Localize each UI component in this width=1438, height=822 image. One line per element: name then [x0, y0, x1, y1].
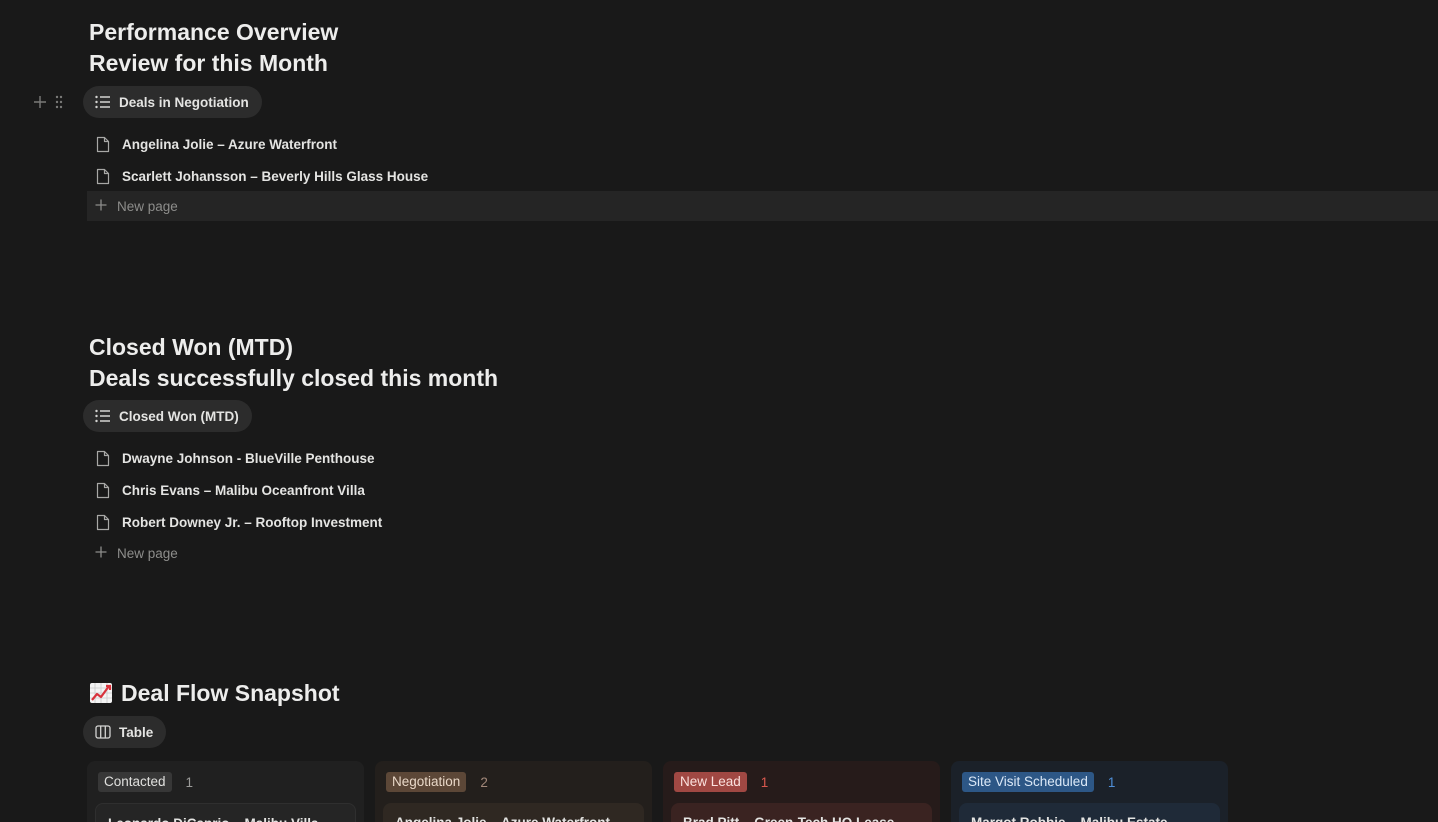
board-card[interactable]: Leonardo DiCaprio – Malibu Villa: [95, 803, 356, 822]
section-title: Closed Won (MTD): [89, 334, 293, 360]
board-column-site-visit-scheduled[interactable]: Site Visit Scheduled 1 Margot Robbie – Mal…: [951, 761, 1228, 822]
section-performance-heading: Performance Overview Review for this Mon…: [89, 17, 338, 79]
list-item-label: Robert Downey Jr. – Rooftop Investment: [122, 514, 383, 530]
list-item-label: Dwayne Johnson - BlueVille Penthouse: [122, 450, 375, 466]
section-title: Deal Flow Snapshot: [121, 680, 340, 706]
list-item-label: Angelina Jolie – Azure Waterfront: [122, 136, 338, 152]
view-tab-label: Table: [119, 724, 154, 740]
view-tab-label: Closed Won (MTD): [119, 408, 239, 424]
column-count: 1: [185, 774, 194, 790]
board-card[interactable]: Margot Robbie – Malibu Estate: [959, 803, 1220, 822]
list-item[interactable]: Angelina Jolie – Azure Waterfront: [89, 129, 337, 159]
list-view-icon: [95, 409, 111, 423]
chart-increasing-icon: [89, 681, 115, 705]
column-count: 1: [1107, 774, 1116, 790]
page: Performance Overview Review for this Mon…: [0, 0, 1438, 822]
board-column-header: Negotiation 2: [386, 771, 641, 793]
page-icon: [93, 136, 113, 153]
page-icon: [93, 514, 113, 531]
drag-handle-icon[interactable]: [55, 94, 63, 115]
board-column-contacted[interactable]: Contacted 1 Leonardo DiCaprio – Malibu Vil…: [87, 761, 364, 822]
column-count: 2: [480, 774, 488, 790]
board-view-icon: [95, 725, 111, 739]
section-subtitle: Deals successfully closed this month: [89, 365, 499, 391]
list-item-label: Chris Evans – Malibu Oceanfront Villa: [122, 482, 365, 498]
status-badge: Contacted: [98, 772, 172, 792]
page-icon: [93, 482, 113, 499]
section-title: Performance Overview: [89, 19, 339, 45]
plus-icon: [95, 199, 107, 214]
status-badge: Negotiation: [386, 772, 467, 792]
section-subtitle: Review for this Month: [89, 50, 328, 76]
board-column-header: Site Visit Scheduled 1: [962, 771, 1217, 793]
board-card[interactable]: Brad Pitt – Green-Tech HQ Lease: [671, 803, 932, 822]
new-page-button[interactable]: New page: [87, 191, 1438, 221]
new-page-label: New page: [117, 198, 178, 214]
view-tab-table[interactable]: Table: [83, 716, 167, 748]
status-badge: Site Visit Scheduled: [962, 772, 1094, 792]
board-column-header: New Lead 1: [674, 771, 929, 793]
new-page-button[interactable]: New page: [87, 538, 178, 568]
view-tab-closed-won[interactable]: Closed Won (MTD): [83, 400, 252, 432]
list-item-label: Scarlett Johansson – Beverly Hills Glass…: [122, 168, 429, 184]
column-count: 1: [760, 774, 769, 790]
board-column-new-lead[interactable]: New Lead 1 Brad Pitt – Green-Tech HQ Lease: [663, 761, 940, 822]
board-column-header: Contacted 1: [98, 771, 353, 793]
list-view-icon: [95, 95, 111, 109]
new-page-label: New page: [117, 545, 178, 561]
view-tab-label: Deals in Negotiation: [119, 94, 249, 110]
list-item[interactable]: Robert Downey Jr. – Rooftop Investment: [89, 507, 382, 537]
section-deal-flow-heading: Deal Flow Snapshot: [89, 678, 340, 709]
list-item[interactable]: Scarlett Johansson – Beverly Hills Glass…: [89, 161, 428, 191]
board-card[interactable]: Angelina Jolie – Azure Waterfront: [383, 803, 644, 822]
add-block-icon[interactable]: [33, 95, 47, 114]
status-badge: New Lead: [674, 772, 747, 792]
block-handles: [33, 94, 63, 115]
board-column-negotiation[interactable]: Negotiation 2 Angelina Jolie – Azure Water…: [375, 761, 652, 822]
list-item[interactable]: Chris Evans – Malibu Oceanfront Villa: [89, 475, 365, 505]
page-icon: [93, 450, 113, 467]
section-closed-won-heading: Closed Won (MTD) Deals successfully clos…: [89, 332, 498, 394]
list-item[interactable]: Dwayne Johnson - BlueVille Penthouse: [89, 443, 375, 473]
view-tab-deals-in-negotiation[interactable]: Deals in Negotiation: [83, 86, 262, 118]
page-icon: [93, 168, 113, 185]
plus-icon: [95, 546, 107, 561]
